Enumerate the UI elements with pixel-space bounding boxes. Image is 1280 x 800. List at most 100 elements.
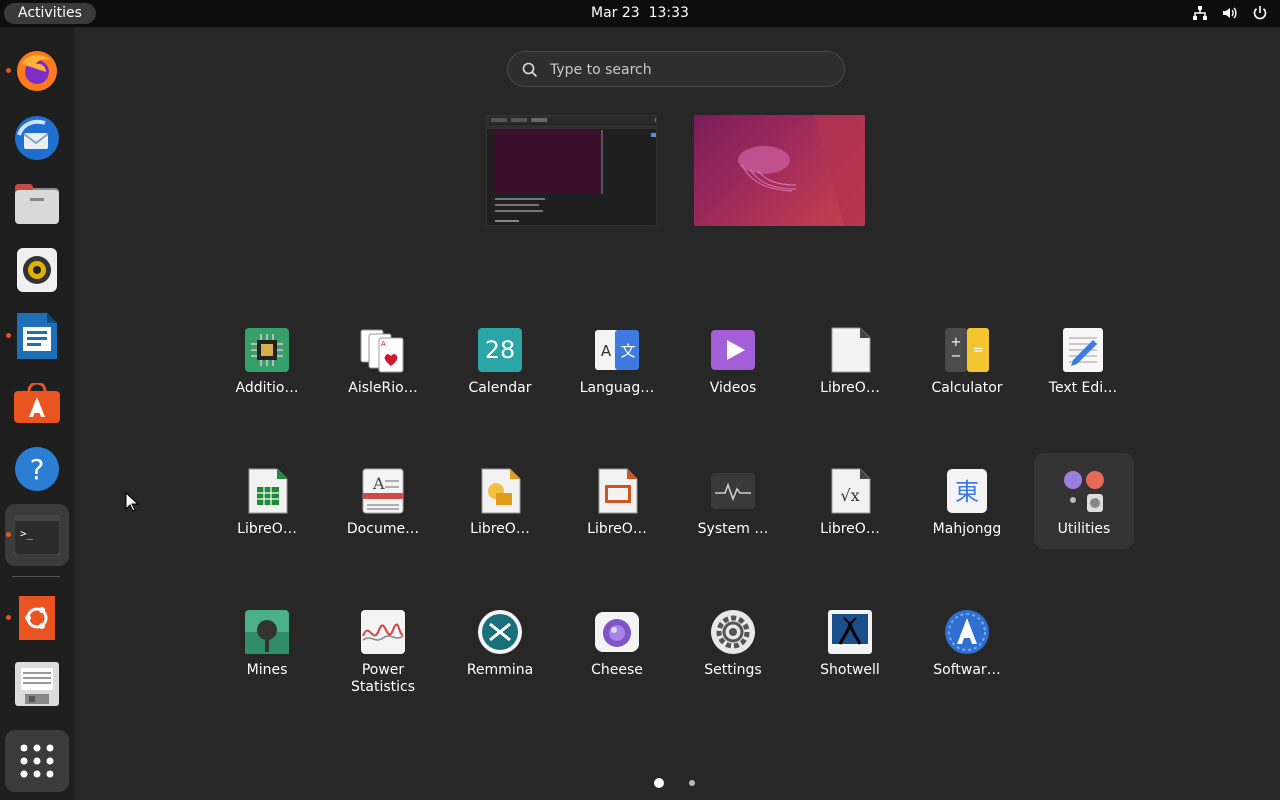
camera-icon [595,612,639,652]
page-indicator [654,778,704,788]
ubuntu-software-icon [14,383,60,423]
app-text-editor[interactable]: Text Edi… [1033,326,1133,397]
page-dot-1[interactable] [654,778,664,788]
app-libreoffice-calc[interactable]: LibreO… [217,467,317,538]
volume-icon[interactable] [1222,5,1238,21]
utilities-folder-icon [1064,471,1104,512]
thunderbird-icon [15,116,59,160]
workspace-thumbnail-2[interactable] [694,115,865,226]
document-viewer-icon: A [362,468,404,514]
app-grid-icon [20,744,54,778]
clock-time[interactable]: 13:33 [649,5,689,21]
terminal-icon: >_ [14,515,60,555]
app-cheese[interactable]: Cheese [567,608,667,679]
dock-item-ubuntu[interactable] [5,587,69,649]
app-libreoffice-impress[interactable]: LibreO… [567,467,667,538]
system-tray[interactable] [1192,5,1268,21]
svg-text:A: A [601,342,612,360]
dock-item-terminal[interactable]: >_ [5,504,69,566]
app-software-updater[interactable]: Softwar… [917,608,1017,679]
running-indicator [6,333,11,338]
firefox-icon [17,51,57,91]
app-folder-utilities[interactable]: Utilities [1034,453,1134,549]
app-mines[interactable]: Mines [217,608,317,679]
dock-item-rhythmbox[interactable] [5,239,69,301]
activities-button[interactable]: Activities [4,3,96,24]
top-bar: Activities Mar 23 13:33 [0,0,1280,27]
app-videos[interactable]: Videos [683,326,783,397]
app-power-statistics[interactable]: Power Statistics [333,608,433,696]
svg-text:>_: >_ [20,527,34,540]
svg-text:√x: √x [840,486,859,505]
svg-text:A: A [372,474,385,493]
app-libreoffice-draw[interactable]: LibreO… [450,467,550,538]
mouse-pointer-icon [125,492,139,512]
app-settings[interactable]: Settings [683,608,783,679]
disk-image-icon [15,662,59,706]
dock-separator [12,576,60,577]
app-shotwell[interactable]: Shotwell [800,608,900,679]
spreadsheet-icon [248,468,288,514]
svg-text:=: = [973,343,984,358]
calculator-icon: +− = [945,328,989,372]
shotwell-icon [828,610,872,654]
dock-item-software[interactable] [5,372,69,434]
dock-item-files[interactable] [5,173,69,235]
power-icon[interactable] [1252,5,1268,21]
impress-icon [598,468,638,514]
language-icon: A文 [595,330,639,370]
search-bar[interactable] [507,51,845,88]
search-input[interactable] [548,52,832,88]
rhythmbox-icon [17,248,57,292]
mahjongg-icon: 東 [947,469,987,513]
app-language-support[interactable]: A文 Languag… [567,326,667,397]
software-updater-icon [945,610,989,654]
svg-text:A: A [381,340,386,348]
ubuntu-logo-icon [19,596,55,640]
mines-icon [245,610,289,654]
svg-text:+: + [951,335,962,350]
files-icon [15,184,59,224]
app-calendar[interactable]: 28 Calendar [450,326,550,397]
svg-text:文: 文 [620,342,635,360]
app-mahjongg[interactable]: 東 Mahjongg [917,467,1017,538]
svg-text:?: ? [30,453,45,486]
math-icon: √x [831,468,871,514]
svg-text:−: − [951,349,962,364]
dock-item-thunderbird[interactable] [5,107,69,169]
calendar-icon: 28 [478,328,522,372]
dock-item-writer[interactable] [5,305,69,367]
dock: ? >_ [0,27,74,800]
remmina-icon [478,610,522,654]
search-icon [522,62,538,78]
network-icon[interactable] [1192,5,1208,21]
app-calculator[interactable]: + − = Calculator [917,326,1017,397]
app-libreoffice-math[interactable]: √x LibreO… [800,467,900,538]
system-monitor-icon [711,473,755,509]
clock: Mar 23 13:33 [0,0,1280,27]
running-indicator [6,532,11,537]
jellyfish-wallpaper [738,115,865,226]
video-player-icon [711,330,755,370]
dock-item-help[interactable]: ? [5,438,69,500]
playing-cards-icon: A [360,329,404,373]
app-system-monitor[interactable]: System … [683,467,783,538]
show-applications-button[interactable] [5,730,69,792]
help-icon: ? [15,447,59,491]
app-remmina[interactable]: Remmina [450,608,550,679]
gear-icon [711,610,755,654]
svg-text:28: 28 [485,336,516,364]
dock-item-firefox[interactable] [5,40,69,102]
clock-date[interactable]: Mar 23 [591,5,640,21]
app-document-viewer[interactable]: A Docume… [333,467,433,538]
dock-item-disk-image[interactable] [5,653,69,715]
libreoffice-writer-icon [17,313,57,359]
app-libreoffice[interactable]: LibreO… [800,326,900,397]
running-indicator [6,68,11,73]
app-additional-drivers[interactable]: Additio… [217,326,317,397]
workspace-thumbnail-1[interactable] [486,115,657,226]
running-indicator [6,615,11,620]
draw-icon [481,468,521,514]
app-aisleriot[interactable]: A AisleRio… [333,326,433,397]
page-dot-2[interactable] [689,780,695,786]
